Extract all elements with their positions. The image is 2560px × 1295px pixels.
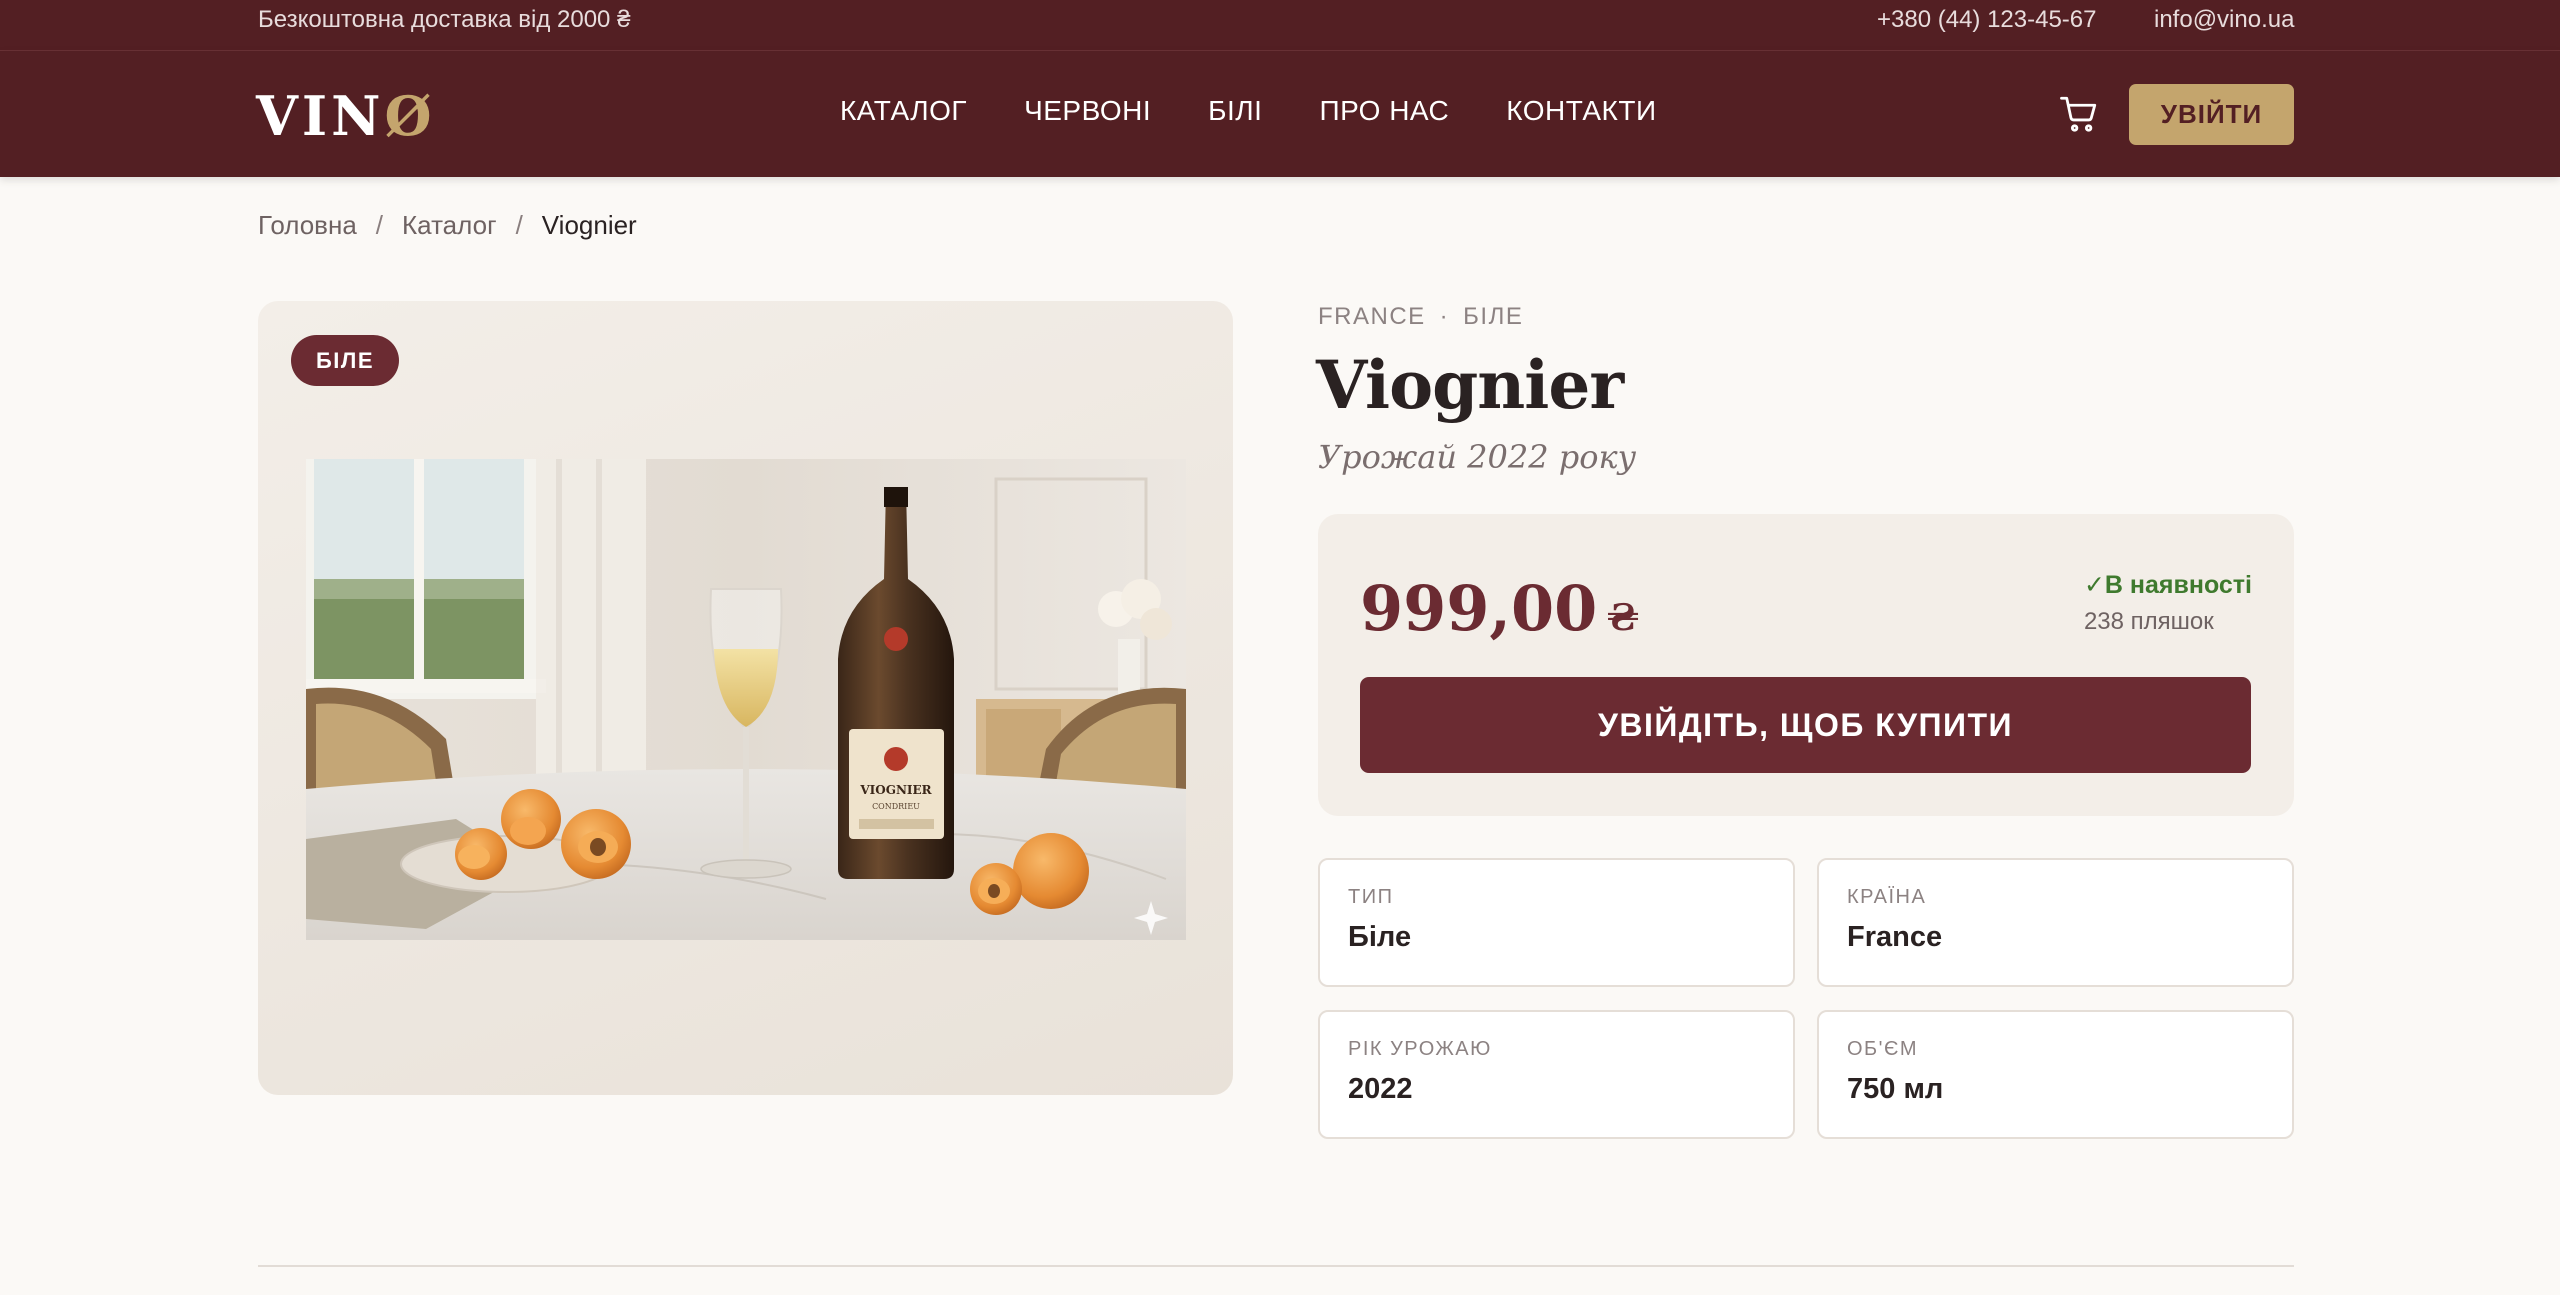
spec-label: КРАЇНА [1847, 886, 1927, 908]
shopping-cart-icon[interactable] [2058, 93, 2100, 135]
spec-card-volume: ОБ'ЄМ 750 мл [1817, 1010, 2294, 1139]
breadcrumb-catalog[interactable]: Каталог [402, 210, 497, 241]
main-header: VINØ КАТАЛОГ ЧЕРВОНІ БІЛІ ПРО НАС КОНТАК… [0, 51, 2560, 177]
login-button[interactable]: УВІЙТИ [2129, 84, 2294, 145]
nav-item-catalog[interactable]: КАТАЛОГ [840, 95, 967, 127]
product-vintage: Урожай 2022 року [1318, 438, 1637, 476]
contact-phone[interactable]: +380 (44) 123-45-67 [1877, 6, 2097, 34]
spec-value: 2022 [1348, 1073, 1413, 1105]
section-divider [258, 1265, 2294, 1267]
spec-label: РІК УРОЖАЮ [1348, 1038, 1492, 1060]
product-title: Viognier [1316, 346, 1624, 424]
nav-item-red[interactable]: ЧЕРВОНІ [1024, 95, 1151, 127]
price-amount: 999,00 [1360, 572, 1598, 645]
logo-accent: Ø [384, 84, 436, 148]
bottle-label-text: VIOGNIER [859, 783, 932, 797]
price-currency: ₴ [1607, 597, 1639, 639]
stock-info: ✓В наявності 238 пляшок [2084, 570, 2252, 636]
breadcrumb-home[interactable]: Головна [258, 210, 357, 241]
free-delivery-notice: Безкоштовна доставка від 2000 ₴ [258, 6, 631, 33]
nav-item-white[interactable]: БІЛІ [1208, 95, 1262, 127]
wine-type-badge: БІЛЕ [291, 335, 399, 386]
spec-value: 750 мл [1847, 1073, 1944, 1105]
breadcrumb-separator: / [515, 210, 523, 240]
spec-label: ОБ'ЄМ [1847, 1038, 1919, 1060]
price-panel: 999,00 ₴ ✓В наявності 238 пляшок УВІЙДІТЬ… [1318, 514, 2294, 816]
login-to-buy-button[interactable]: УВІЙДІТЬ, ЩОБ КУПИТИ [1360, 677, 2251, 773]
check-icon: ✓ [2083, 571, 2105, 599]
stock-status-text: В наявності [2104, 571, 2252, 599]
main-nav: КАТАЛОГ ЧЕРВОНІ БІЛІ ПРО НАС КОНТАКТИ [840, 95, 1714, 127]
breadcrumb-separator: / [375, 210, 384, 240]
spec-card-vintage: РІК УРОЖАЮ 2022 [1318, 1010, 1795, 1139]
stock-status: ✓В наявності [2084, 570, 2252, 600]
site-logo[interactable]: VINØ [256, 84, 436, 148]
breadcrumb-current: Viognier [541, 210, 637, 240]
nav-item-about[interactable]: ПРО НАС [1319, 95, 1449, 127]
spec-value: France [1847, 921, 1943, 953]
product-origin: FRANCE · БІЛЕ [1318, 303, 1523, 331]
bottle-sublabel-text: CONDRIEU [872, 802, 920, 811]
stock-count: 238 пляшок [2083, 608, 2214, 635]
top-info-bar: Безкоштовна доставка від 2000 ₴ +380 (44… [0, 0, 2560, 51]
spec-card-type: ТИП Біле [1318, 858, 1795, 987]
product-photo: VIOGNIER CONDRIEU [306, 459, 1186, 940]
product-image-card: БІЛЕ VIOGNIER CONDRIEU [258, 301, 1233, 1095]
product-price: 999,00 ₴ [1360, 572, 1639, 645]
nav-item-contacts[interactable]: КОНТАКТИ [1506, 95, 1656, 127]
spec-label: ТИП [1348, 886, 1394, 908]
product-country: FRANCE [1318, 303, 1426, 330]
contact-email[interactable]: info@vino.ua [2154, 6, 2294, 34]
spec-value: Біле [1348, 921, 1412, 953]
breadcrumb: Головна / Каталог / Viognier [258, 210, 637, 241]
logo-text: VIN [256, 84, 385, 148]
origin-separator: · [1439, 303, 1450, 330]
product-type: БІЛЕ [1463, 303, 1524, 330]
spec-card-country: КРАЇНА France [1817, 858, 2294, 987]
